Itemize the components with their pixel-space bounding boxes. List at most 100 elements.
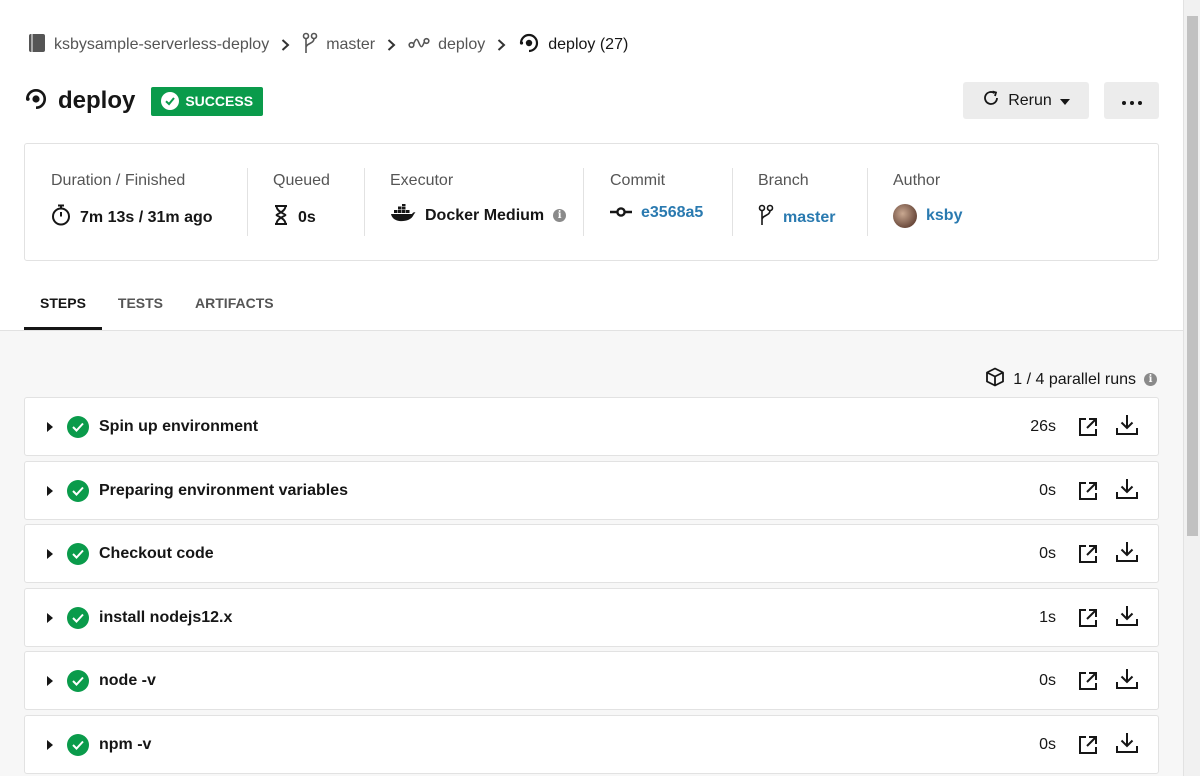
docker-icon bbox=[390, 203, 416, 227]
external-link-icon[interactable] bbox=[1078, 735, 1098, 760]
download-icon[interactable] bbox=[1116, 732, 1138, 759]
commit-icon bbox=[610, 204, 632, 222]
step-row[interactable]: Preparing environment variables 0s bbox=[24, 461, 1159, 520]
job-icon bbox=[518, 32, 540, 59]
duration-label: Duration / Finished bbox=[51, 172, 186, 189]
divider bbox=[867, 168, 868, 236]
external-link-icon[interactable] bbox=[1078, 671, 1098, 696]
cube-icon bbox=[985, 367, 1005, 392]
branch-link[interactable]: master bbox=[783, 209, 835, 227]
download-icon[interactable] bbox=[1116, 605, 1138, 632]
breadcrumb: ksbysample-serverless-deploy master depl… bbox=[28, 32, 628, 59]
breadcrumb-project[interactable]: ksbysample-serverless-deploy bbox=[28, 33, 269, 57]
duration-value: 7m 13s / 31m ago bbox=[80, 208, 213, 226]
breadcrumb-branch-label: master bbox=[326, 36, 376, 53]
branch-icon bbox=[758, 204, 774, 231]
rerun-button[interactable]: Rerun bbox=[963, 82, 1089, 119]
divider bbox=[247, 168, 248, 236]
branch-icon bbox=[302, 32, 318, 59]
stopwatch-icon bbox=[51, 204, 71, 231]
author-value-row: ksby bbox=[893, 204, 962, 228]
executor-value-row: Docker Medium i bbox=[390, 203, 567, 227]
more-options-button[interactable] bbox=[1104, 82, 1159, 119]
breadcrumb-workflow[interactable]: deploy bbox=[408, 36, 485, 55]
refresh-icon bbox=[982, 89, 1000, 112]
step-duration: 0s bbox=[1039, 544, 1056, 562]
step-name: npm -v bbox=[99, 735, 152, 753]
queued-label: Queued bbox=[273, 172, 330, 189]
commit-link[interactable]: e3568a5 bbox=[641, 204, 703, 222]
status-badge-label: SUCCESS bbox=[185, 93, 254, 109]
vertical-scrollbar[interactable] bbox=[1183, 0, 1200, 776]
step-row[interactable]: npm -v 0s bbox=[24, 715, 1159, 774]
step-duration: 0s bbox=[1039, 735, 1056, 753]
download-icon[interactable] bbox=[1116, 541, 1138, 568]
caret-right-icon bbox=[47, 485, 53, 496]
executor-info: Executor Docker Medium i bbox=[390, 172, 567, 227]
parallel-runs-label: 1 / 4 parallel runs bbox=[1013, 370, 1136, 388]
breadcrumb-branch[interactable]: master bbox=[302, 32, 375, 59]
rerun-label: Rerun bbox=[1008, 91, 1052, 109]
status-badge: SUCCESS bbox=[151, 86, 264, 116]
job-info-card: Duration / Finished 7m 13s / 31m ago Que… bbox=[24, 143, 1159, 261]
duration-info: Duration / Finished 7m 13s / 31m ago bbox=[51, 172, 213, 231]
breadcrumb-job: deploy (27) bbox=[518, 32, 628, 59]
queued-value: 0s bbox=[298, 208, 316, 226]
commit-info: Commit e3568a5 bbox=[610, 172, 703, 222]
queued-value-row: 0s bbox=[273, 204, 330, 231]
executor-label: Executor bbox=[390, 172, 454, 189]
author-label: Author bbox=[893, 172, 941, 189]
caret-down-icon bbox=[1059, 92, 1070, 110]
hourglass-icon bbox=[273, 204, 289, 231]
workflow-icon bbox=[408, 36, 430, 55]
scrollbar-thumb[interactable] bbox=[1187, 16, 1198, 536]
step-duration: 1s bbox=[1039, 608, 1056, 626]
chevron-right-icon bbox=[497, 39, 506, 51]
step-duration: 26s bbox=[1030, 417, 1056, 435]
step-duration: 0s bbox=[1039, 481, 1056, 499]
chevron-right-icon bbox=[281, 39, 290, 51]
branch-value-row: master bbox=[758, 204, 835, 231]
download-icon[interactable] bbox=[1116, 478, 1138, 505]
job-icon bbox=[24, 87, 48, 116]
breadcrumb-workflow-label: deploy bbox=[438, 36, 486, 53]
tab-steps[interactable]: STEPS bbox=[24, 287, 102, 331]
external-link-icon[interactable] bbox=[1078, 481, 1098, 506]
info-icon[interactable]: i bbox=[553, 209, 567, 222]
check-circle-icon bbox=[67, 669, 89, 692]
step-row[interactable]: node -v 0s bbox=[24, 651, 1159, 710]
check-circle-icon bbox=[161, 92, 180, 110]
step-row[interactable]: Spin up environment 26s bbox=[24, 397, 1159, 456]
check-circle-icon bbox=[67, 733, 89, 756]
divider bbox=[364, 168, 365, 236]
queued-info: Queued 0s bbox=[273, 172, 330, 231]
main-content: ksbysample-serverless-deploy master depl… bbox=[0, 0, 1183, 776]
download-icon[interactable] bbox=[1116, 414, 1138, 441]
tab-tests[interactable]: TESTS bbox=[102, 287, 179, 331]
steps-panel: 1 / 4 parallel runs i Spin up environmen… bbox=[0, 331, 1183, 776]
info-icon[interactable]: i bbox=[1144, 373, 1157, 386]
chevron-right-icon bbox=[387, 39, 396, 51]
step-name: Checkout code bbox=[99, 544, 214, 562]
step-row[interactable]: Checkout code 0s bbox=[24, 524, 1159, 583]
step-row[interactable]: install nodejs12.x 1s bbox=[24, 588, 1159, 647]
job-header: deploy SUCCESS bbox=[24, 84, 264, 118]
commit-value-row: e3568a5 bbox=[610, 204, 703, 222]
external-link-icon[interactable] bbox=[1078, 417, 1098, 442]
check-circle-icon bbox=[67, 542, 89, 565]
step-name: install nodejs12.x bbox=[99, 608, 233, 626]
check-circle-icon bbox=[67, 606, 89, 629]
external-link-icon[interactable] bbox=[1078, 608, 1098, 633]
divider bbox=[732, 168, 733, 236]
branch-info: Branch master bbox=[758, 172, 835, 231]
page-title: deploy bbox=[58, 87, 136, 114]
parallel-runs[interactable]: 1 / 4 parallel runs i bbox=[985, 367, 1157, 392]
tab-bar: STEPS TESTS ARTIFACTS bbox=[24, 287, 290, 331]
author-link[interactable]: ksby bbox=[926, 207, 962, 225]
commit-label: Commit bbox=[610, 172, 666, 189]
download-icon[interactable] bbox=[1116, 668, 1138, 695]
breadcrumb-job-label: deploy (27) bbox=[548, 36, 629, 53]
tab-artifacts[interactable]: ARTIFACTS bbox=[179, 287, 290, 331]
step-duration: 0s bbox=[1039, 671, 1056, 689]
external-link-icon[interactable] bbox=[1078, 544, 1098, 569]
